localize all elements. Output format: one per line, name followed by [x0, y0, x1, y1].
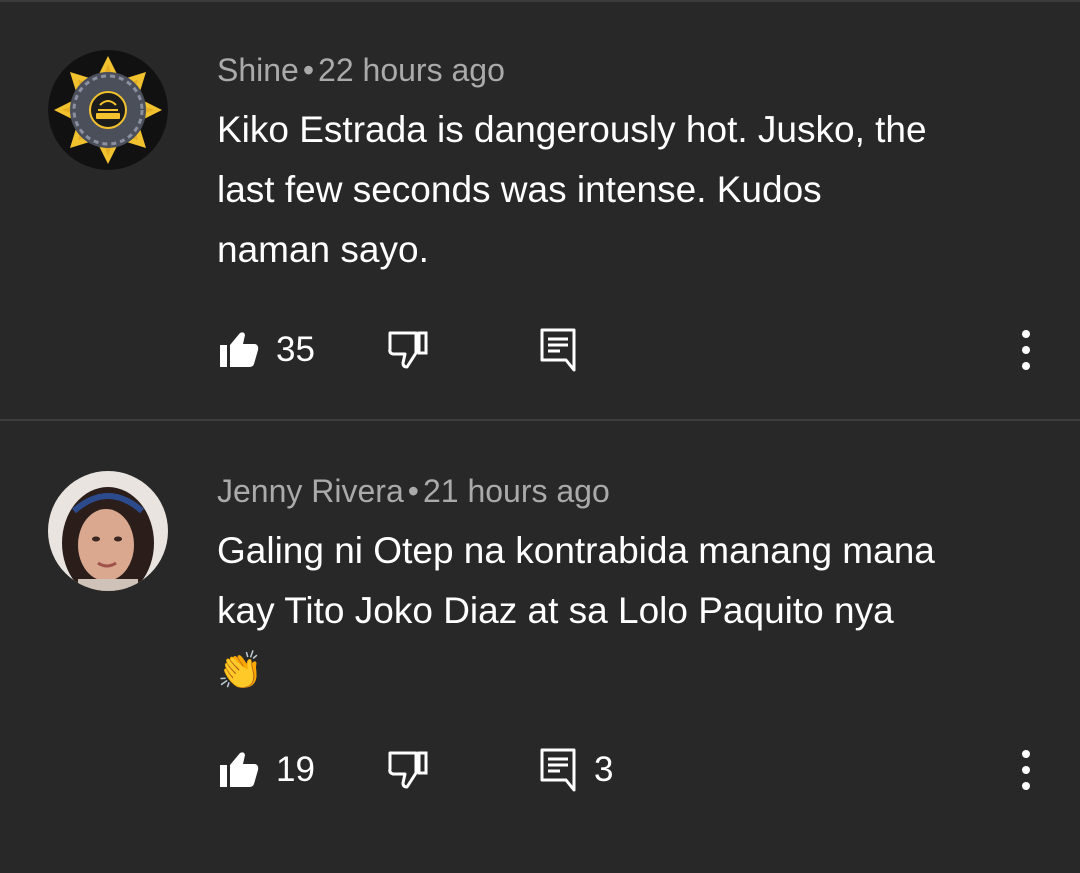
- thumb-up-icon: [220, 752, 259, 787]
- comment-meta: Jenny Rivera • 21 hours ago: [217, 471, 610, 511]
- author-name[interactable]: Jenny Rivera: [217, 473, 404, 509]
- comment-text-line: Kiko Estrada is dangerously hot. Jusko, …: [217, 109, 927, 150]
- like-count: 19: [276, 750, 315, 789]
- reply-count[interactable]: 3: [594, 748, 613, 792]
- comment-actions: 19 3: [0, 740, 1080, 800]
- more-options-button[interactable]: [1006, 324, 1046, 374]
- comment-item: Shine • 22 hours ago Kiko Estrada is dange…: [0, 0, 1080, 419]
- user-photo-avatar-icon: [48, 471, 168, 591]
- reply-button[interactable]: [538, 326, 580, 372]
- comment-text: Galing ni Otep na kontrabida manang mana…: [217, 521, 1047, 701]
- comment-time[interactable]: 21 hours ago: [423, 473, 610, 509]
- like-count: 35: [276, 330, 315, 369]
- clapping-hands-emoji: 👏: [217, 650, 264, 691]
- comment-icon: [540, 748, 576, 792]
- dislike-button[interactable]: [386, 749, 430, 791]
- more-options-button[interactable]: [1006, 744, 1046, 794]
- like-button[interactable]: [218, 329, 260, 369]
- comment-meta: Shine • 22 hours ago: [217, 50, 505, 90]
- comment-text-line: kay Tito Joko Diaz at sa Lolo Paquito ny…: [217, 590, 894, 631]
- shine-logo-avatar-icon: [48, 50, 168, 170]
- thumb-down-icon: [388, 331, 428, 369]
- avatar[interactable]: [48, 50, 168, 170]
- comment-icon: [540, 328, 576, 372]
- comment-text-line: Galing ni Otep na kontrabida manang mana: [217, 530, 935, 571]
- comment-item: Jenny Rivera • 21 hours ago Galing ni Otep…: [0, 421, 1080, 873]
- thumb-down-icon: [388, 751, 428, 789]
- thumb-up-icon: [220, 332, 259, 367]
- meta-separator: •: [407, 473, 419, 509]
- reply-button[interactable]: [538, 746, 580, 792]
- avatar[interactable]: [48, 471, 168, 591]
- meta-separator: •: [302, 52, 315, 88]
- like-button[interactable]: [218, 749, 260, 789]
- more-vert-icon: [1022, 750, 1030, 790]
- more-vert-icon: [1022, 330, 1030, 370]
- comment-actions: 35: [0, 320, 1080, 380]
- comment-text: Kiko Estrada is dangerously hot. Jusko, …: [217, 100, 1047, 280]
- comment-text-line: naman sayo.: [217, 229, 429, 270]
- author-name[interactable]: Shine: [217, 52, 299, 88]
- comment-text-line: last few seconds was intense. Kudos: [217, 169, 822, 210]
- dislike-button[interactable]: [386, 329, 430, 371]
- comment-time[interactable]: 22 hours ago: [318, 52, 505, 88]
